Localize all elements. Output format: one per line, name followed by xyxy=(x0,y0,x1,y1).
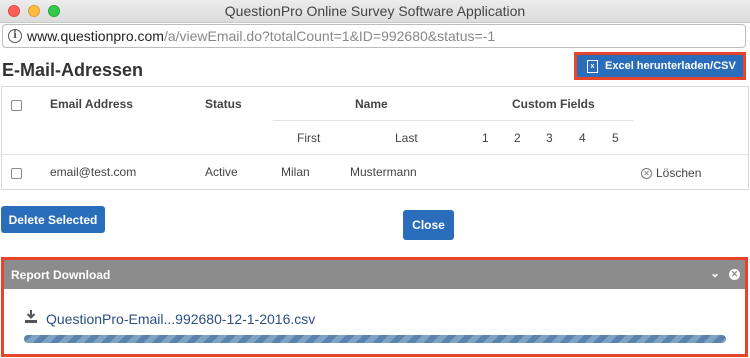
chevron-down-icon[interactable]: ⌄ xyxy=(710,266,720,280)
report-download-header: Report Download ⌄ ✕ xyxy=(4,260,745,289)
email-table: Email Address Status Name Custom Fields … xyxy=(1,86,749,190)
delete-row-link[interactable]: ✕ Löschen xyxy=(641,166,701,180)
url-host: www.questionpro.com xyxy=(27,28,164,44)
delete-row-label: Löschen xyxy=(656,166,702,180)
report-download-title: Report Download xyxy=(11,268,111,282)
custom-field-3: 3 xyxy=(546,131,553,145)
excel-download-label: Excel herunterladen/CSV xyxy=(605,60,736,72)
info-icon[interactable]: i xyxy=(8,29,22,43)
download-file-link[interactable]: QuestionPro-Email...992680-12-1-2016.csv xyxy=(46,311,315,327)
window-titlebar: QuestionPro Online Survey Software Appli… xyxy=(0,0,750,23)
custom-field-1: 1 xyxy=(482,131,489,145)
url-text[interactable]: www.questionpro.com/a/viewEmail.do?total… xyxy=(27,28,495,44)
last-name-cell: Mustermann xyxy=(350,165,417,179)
subheader-last: Last xyxy=(395,131,418,145)
custom-field-4: 4 xyxy=(579,131,586,145)
custom-field-5: 5 xyxy=(612,131,619,145)
row-checkbox[interactable] xyxy=(11,168,22,179)
select-all-checkbox[interactable] xyxy=(11,100,22,111)
subheader-divider xyxy=(273,120,633,121)
page-title: E-Mail-Adressen xyxy=(2,60,144,80)
status-cell: Active xyxy=(205,165,238,179)
window-title: QuestionPro Online Survey Software Appli… xyxy=(224,3,526,19)
excel-file-icon: x xyxy=(587,59,598,73)
download-progress-fill xyxy=(24,335,726,343)
excel-download-button[interactable]: x Excel herunterladen/CSV xyxy=(574,52,746,80)
header-custom-fields: Custom Fields xyxy=(512,97,595,111)
custom-field-2: 2 xyxy=(514,131,521,145)
close-circle-icon[interactable]: ✕ xyxy=(729,269,740,280)
download-progress-bar xyxy=(24,335,726,343)
address-bar[interactable]: i www.questionpro.com/a/viewEmail.do?tot… xyxy=(2,24,746,48)
first-name-cell: Milan xyxy=(281,165,310,179)
delete-circle-icon: ✕ xyxy=(641,167,652,179)
report-download-panel: Report Download ⌄ ✕ QuestionPro-Email...… xyxy=(1,257,748,357)
header-row-divider xyxy=(2,154,748,155)
url-path: /a/viewEmail.do?totalCount=1&ID=992680&s… xyxy=(163,28,496,44)
header-email: Email Address xyxy=(50,97,133,111)
header-name: Name xyxy=(355,97,388,111)
download-icon xyxy=(25,310,37,323)
subheader-first: First xyxy=(297,131,321,145)
close-button[interactable]: Close xyxy=(403,210,454,240)
header-status: Status xyxy=(205,97,242,111)
delete-selected-button[interactable]: Delete Selected xyxy=(1,206,105,233)
email-cell: email@test.com xyxy=(50,165,137,179)
